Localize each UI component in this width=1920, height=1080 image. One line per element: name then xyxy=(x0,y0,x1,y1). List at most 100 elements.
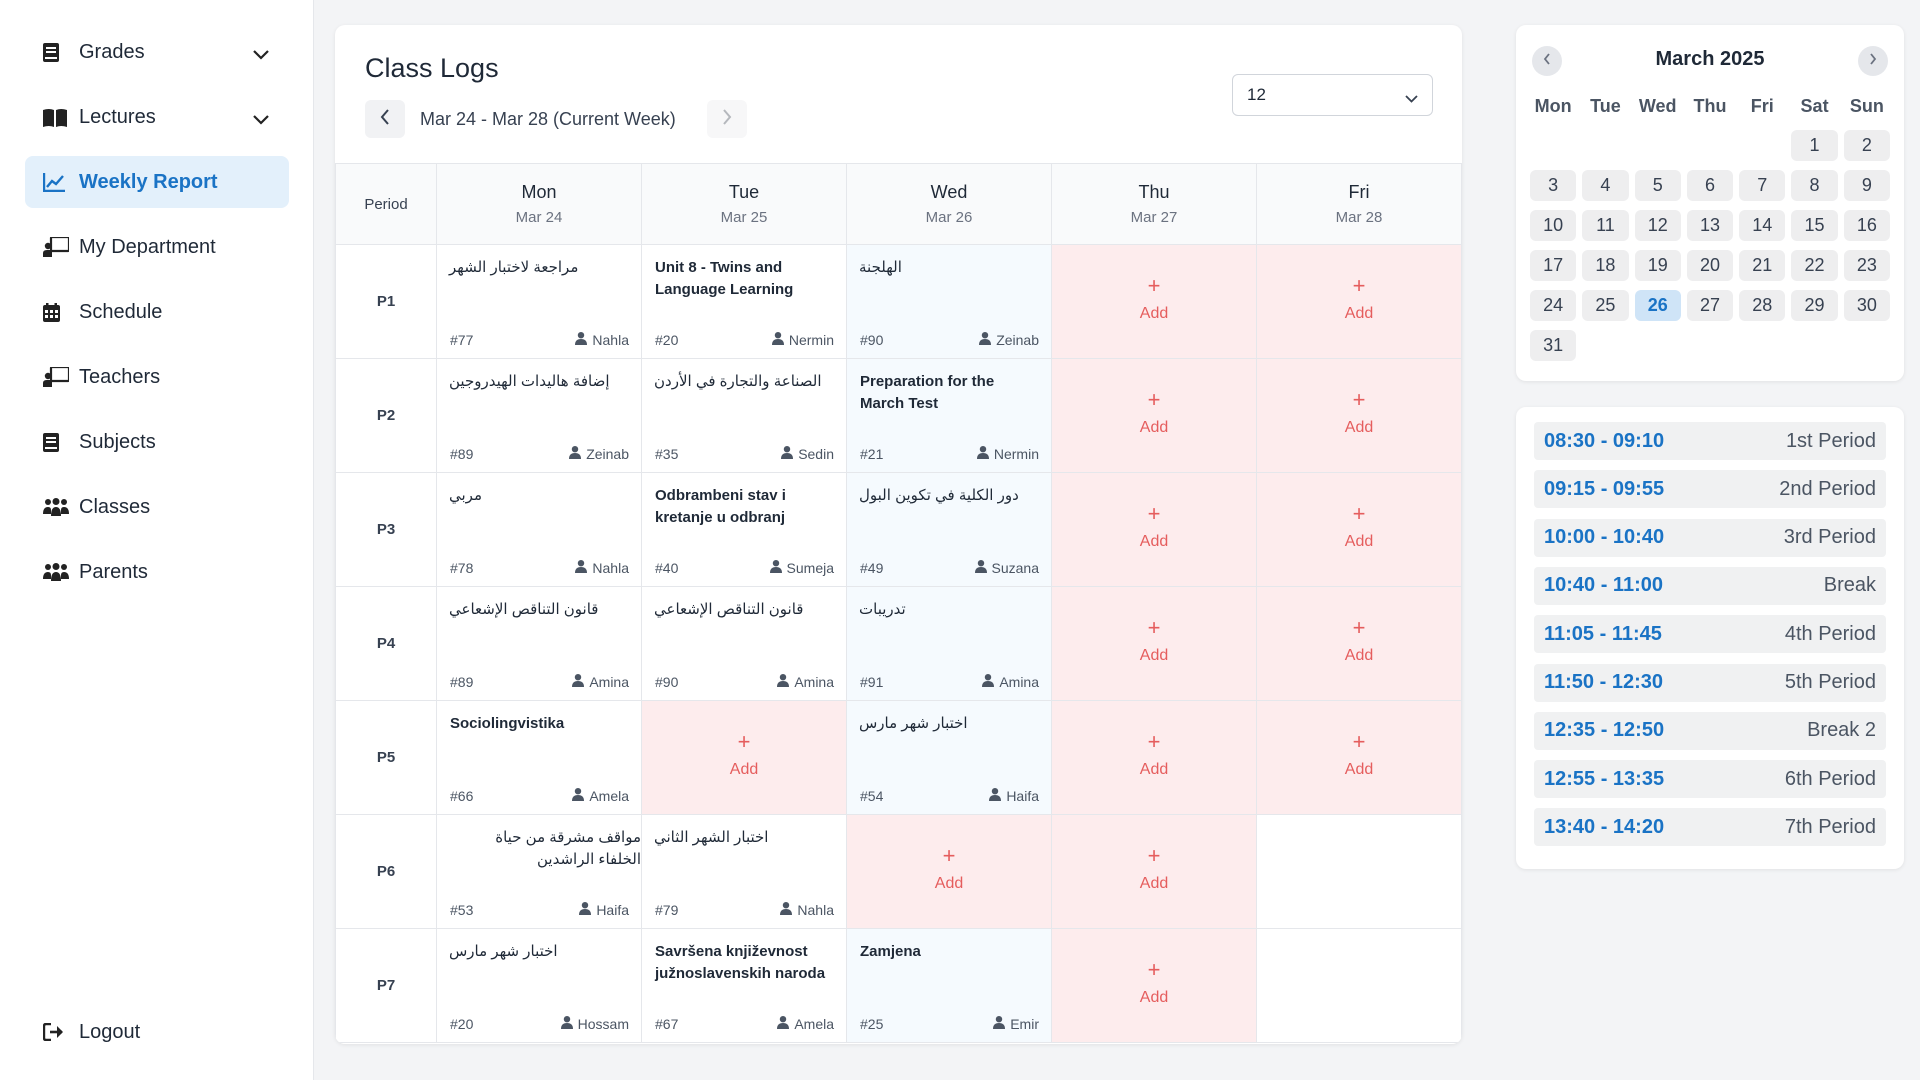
calendar-day[interactable]: 18 xyxy=(1582,250,1629,281)
log-entry-cell[interactable]: إضافة هاليدات الهيدروجين #89 Zeinab xyxy=(436,358,642,473)
add-log-cell[interactable]: + Add xyxy=(1051,928,1257,1043)
sidebar-item-grades[interactable]: Grades xyxy=(25,26,289,78)
sidebar-item-weekly-report[interactable]: Weekly Report xyxy=(25,156,289,208)
sidebar-item-my-department[interactable]: My Department xyxy=(25,221,289,273)
add-log-cell[interactable]: + Add xyxy=(1051,358,1257,473)
add-log-cell[interactable]: + Add xyxy=(641,700,847,815)
add-log-button[interactable]: + Add xyxy=(1052,731,1256,779)
sidebar: Grades Lectures Weekly Report My Departm… xyxy=(0,0,314,1080)
sidebar-item-schedule[interactable]: Schedule xyxy=(25,286,289,338)
next-week-button[interactable] xyxy=(707,100,747,138)
log-entry-cell[interactable]: مراجعة لاختبار الشهر #77 Nahla xyxy=(436,244,642,359)
calendar-day[interactable]: 11 xyxy=(1582,210,1629,241)
add-log-button[interactable]: + Add xyxy=(642,731,846,779)
log-entry-cell[interactable]: Sociolingvistika #66 Amela xyxy=(436,700,642,815)
calendar-day[interactable]: 2 xyxy=(1843,130,1890,161)
class-select[interactable]: 12 xyxy=(1232,74,1433,116)
calendar-day[interactable]: 27 xyxy=(1686,290,1734,321)
add-log-cell[interactable]: + Add xyxy=(1256,358,1462,473)
add-log-button[interactable]: + Add xyxy=(1052,959,1256,1007)
add-log-cell[interactable]: + Add xyxy=(1256,586,1462,701)
add-label: Add xyxy=(1344,647,1374,664)
calendar-day[interactable]: 16 xyxy=(1843,210,1890,241)
add-log-button[interactable]: + Add xyxy=(1257,275,1461,323)
log-entry-cell[interactable]: قانون التناقص الإشعاعي #89 Amina xyxy=(436,586,642,701)
add-log-cell[interactable]: + Add xyxy=(846,814,1052,929)
add-log-cell[interactable]: + Add xyxy=(1051,700,1257,815)
calendar-day[interactable]: 15 xyxy=(1791,210,1838,241)
sidebar-item-parents[interactable]: Parents xyxy=(25,546,289,598)
add-log-button[interactable]: + Add xyxy=(1257,389,1461,437)
next-month-button[interactable] xyxy=(1858,46,1888,76)
add-log-button[interactable]: + Add xyxy=(847,845,1051,893)
log-entry-cell[interactable]: قانون التناقص الإشعاعي #90 Amina xyxy=(641,586,847,701)
log-number: #89 xyxy=(450,446,474,462)
log-entry-cell[interactable]: اختبار شهر مارس #54 Haifa xyxy=(846,700,1052,815)
sidebar-item-classes[interactable]: Classes xyxy=(25,481,289,533)
add-log-button[interactable]: + Add xyxy=(1052,845,1256,893)
add-log-cell[interactable]: + Add xyxy=(1051,586,1257,701)
calendar-day[interactable]: 12 xyxy=(1634,210,1681,241)
add-log-cell[interactable]: + Add xyxy=(1051,814,1257,929)
add-log-button[interactable]: + Add xyxy=(1052,275,1256,323)
log-entry-cell[interactable]: Zamjena #25 Emir xyxy=(846,928,1052,1043)
calendar-day[interactable]: 23 xyxy=(1843,250,1890,281)
calendar-day[interactable]: 14 xyxy=(1739,210,1786,241)
log-entry-cell[interactable]: Savršena književnost južnoslavenskih nar… xyxy=(641,928,847,1043)
log-entry-cell[interactable]: Odbrambeni stav i kretanje u odbranj #40 S… xyxy=(641,472,847,587)
add-log-cell[interactable]: + Add xyxy=(1051,472,1257,587)
add-label: Add xyxy=(1139,419,1169,436)
calendar-day[interactable]: 5 xyxy=(1634,170,1681,201)
calendar-day-today[interactable]: 26 xyxy=(1634,290,1681,321)
day-name: Thu xyxy=(1138,182,1170,202)
calendar-day[interactable]: 4 xyxy=(1582,170,1629,201)
log-entry-cell[interactable]: اختبار شهر مارس #20 Hossam xyxy=(436,928,642,1043)
log-entry-cell[interactable]: Preparation for the March Test #21 Nermin xyxy=(846,358,1052,473)
sidebar-item-lectures[interactable]: Lectures xyxy=(25,91,289,143)
add-log-button[interactable]: + Add xyxy=(1257,617,1461,665)
calendar-day[interactable]: 31 xyxy=(1530,330,1577,361)
log-entry-cell[interactable]: الهلجنة #90 Zeinab xyxy=(846,244,1052,359)
calendar-day[interactable]: 29 xyxy=(1791,290,1838,321)
log-entry-cell[interactable]: دور الكلية في تكوين البول #49 Suzana xyxy=(846,472,1052,587)
add-log-button[interactable]: + Add xyxy=(1257,503,1461,551)
calendar-day[interactable]: 30 xyxy=(1843,290,1890,321)
log-entry-cell[interactable]: الصناعة والتجارة في الأردن #35 Sedin xyxy=(641,358,847,473)
calendar-day[interactable]: 13 xyxy=(1686,210,1734,241)
add-log-button[interactable]: + Add xyxy=(1052,389,1256,437)
calendar-day[interactable]: 22 xyxy=(1791,250,1838,281)
calendar-day[interactable]: 8 xyxy=(1791,170,1838,201)
sidebar-item-subjects[interactable]: Subjects xyxy=(25,416,289,468)
add-log-cell[interactable]: + Add xyxy=(1051,244,1257,359)
teacher-name: Zeinab xyxy=(586,446,629,462)
add-log-cell[interactable]: + Add xyxy=(1256,700,1462,815)
add-log-cell[interactable]: + Add xyxy=(1256,244,1462,359)
log-entry-cell[interactable]: تدريبات #91 Amina xyxy=(846,586,1052,701)
log-entry-cell[interactable]: اختبار الشهر الثاني #79 Nahla xyxy=(641,814,847,929)
calendar-day[interactable]: 25 xyxy=(1582,290,1629,321)
calendar-day[interactable]: 1 xyxy=(1791,130,1838,161)
add-log-cell[interactable]: + Add xyxy=(1256,472,1462,587)
add-log-button[interactable]: + Add xyxy=(1052,503,1256,551)
calendar-day[interactable]: 21 xyxy=(1739,250,1786,281)
calendar-day[interactable]: 17 xyxy=(1530,250,1577,281)
log-entry-cell[interactable]: مربي #78 Nahla xyxy=(436,472,642,587)
calendar-day[interactable]: 7 xyxy=(1739,170,1786,201)
prev-week-button[interactable] xyxy=(365,100,405,138)
calendar-day[interactable]: 20 xyxy=(1686,250,1734,281)
sidebar-item-teachers[interactable]: Teachers xyxy=(25,351,289,403)
log-entry-cell[interactable]: مواقف مشرقة من حياة الخلفاء الراشدين #53 H… xyxy=(436,814,642,929)
sidebar-item-label: Teachers xyxy=(79,365,161,388)
log-entry-cell[interactable]: Unit 8 - Twins and Language Learning #20 N… xyxy=(641,244,847,359)
calendar-day[interactable]: 19 xyxy=(1634,250,1681,281)
calendar-day[interactable]: 24 xyxy=(1530,290,1577,321)
calendar-day[interactable]: 9 xyxy=(1843,170,1890,201)
calendar-day[interactable]: 3 xyxy=(1530,170,1577,201)
add-log-button[interactable]: + Add xyxy=(1052,617,1256,665)
calendar-day[interactable]: 28 xyxy=(1739,290,1786,321)
logout-button[interactable]: Logout xyxy=(25,1006,289,1058)
add-label: Add xyxy=(1139,533,1169,550)
calendar-day[interactable]: 10 xyxy=(1530,210,1577,241)
add-log-button[interactable]: + Add xyxy=(1257,731,1461,779)
calendar-day[interactable]: 6 xyxy=(1686,170,1734,201)
